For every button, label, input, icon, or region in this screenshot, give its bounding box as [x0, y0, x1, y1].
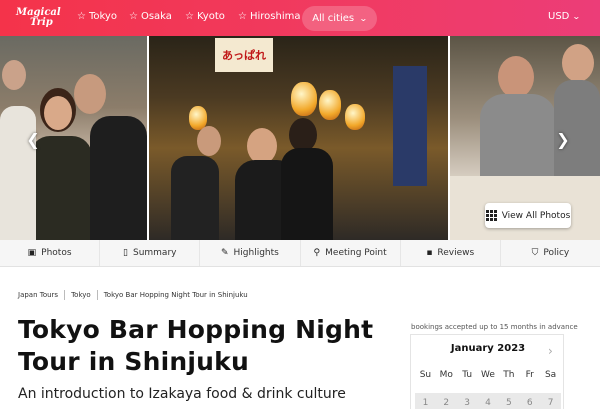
breadcrumb-current: Tokyo Bar Hopping Night Tour in Shinjuku: [103, 291, 248, 299]
izakaya-sign: あっぱれ: [215, 38, 273, 72]
breadcrumb-tokyo[interactable]: Tokyo: [71, 291, 91, 299]
chevron-right-icon: ❯: [556, 129, 570, 149]
chevron-down-icon: ⌄: [359, 14, 368, 23]
calendar-day: 5: [506, 398, 512, 408]
calendar-week-row: 1 2 3 4 5 6 7: [415, 393, 561, 409]
shield-icon: ⛉: [531, 248, 539, 258]
calendar-day: 3: [464, 398, 471, 408]
chat-icon: ▪: [426, 248, 433, 258]
pin-icon: ⚲: [313, 248, 321, 258]
star-icon: ☆: [129, 11, 138, 22]
weekday-label: Fr: [525, 370, 534, 380]
gallery-photo-izakaya-alley[interactable]: あっぱれ: [149, 36, 448, 240]
nav-city-label: Kyoto: [196, 11, 225, 22]
gallery-prev-arrow[interactable]: ❮: [22, 128, 44, 150]
calendar-day: 2: [443, 398, 450, 408]
tab-photos[interactable]: ▣ Photos: [0, 240, 101, 266]
nav-city-hiroshima[interactable]: ☆ Hiroshima: [238, 11, 300, 22]
page-title: Tokyo Bar Hopping Night Tour in Shinjuku: [18, 315, 374, 376]
weekday-label: Th: [503, 370, 515, 380]
weekday-label: Mo: [439, 370, 453, 380]
breadcrumb-separator: [96, 290, 98, 300]
logo-line2: Trip: [30, 17, 53, 28]
nav-city-label: Hiroshima: [249, 11, 301, 22]
page-subtitle: An introduction to Izakaya food & drink …: [18, 386, 346, 402]
star-icon: ☆: [185, 11, 194, 22]
tab-label: Policy: [543, 248, 570, 258]
star-icon: ☆: [77, 11, 86, 22]
tab-meeting-point[interactable]: ⚲ Meeting Point: [301, 240, 401, 266]
chevron-down-icon: ⌄: [572, 12, 582, 21]
section-tabs: ▣ Photos ▯ Summary ✎ Highlights ⚲ Meetin…: [0, 240, 600, 267]
tab-summary[interactable]: ▯ Summary: [100, 240, 201, 266]
tab-label: Reviews: [437, 248, 475, 258]
calendar-month: January 2023: [450, 343, 526, 354]
tab-label: Photos: [41, 248, 72, 258]
tab-label: Highlights: [233, 248, 279, 258]
top-nav: Magical Trip ☆ Tokyo ☆ Osaka ☆ Kyoto ☆ H…: [0, 0, 600, 36]
view-all-photos-button[interactable]: View All Photos: [485, 203, 571, 228]
nav-city-tokyo[interactable]: ☆ Tokyo: [77, 11, 117, 22]
view-all-photos-label: View All Photos: [501, 210, 571, 221]
weekday-label: Tu: [462, 370, 473, 380]
nav-city-osaka[interactable]: ☆ Osaka: [129, 11, 172, 22]
all-cities-dropdown[interactable]: All cities ⌄: [302, 6, 377, 31]
photos-icon: ▣: [27, 248, 37, 258]
tab-label: Summary: [132, 248, 177, 258]
gallery-next-arrow[interactable]: ❯: [552, 128, 574, 150]
calendar-day: 4: [485, 398, 491, 408]
calendar-weekdays: Su Mo Tu We Th Fr Sa: [415, 370, 561, 380]
grid-icon: [485, 210, 497, 221]
nav-city-label: Osaka: [140, 11, 172, 22]
all-cities-label: All cities: [312, 13, 355, 24]
booking-window-note: bookings accepted up to 15 months in adv…: [411, 323, 578, 331]
star-icon: ☆: [238, 11, 247, 22]
weekday-label: Sa: [544, 370, 557, 380]
tab-policy[interactable]: ⛉ Policy: [501, 240, 600, 266]
chevron-left-icon: ❮: [26, 129, 40, 149]
weekday-label: We: [481, 370, 495, 380]
calendar-day: 1: [422, 398, 429, 408]
tab-reviews[interactable]: ▪ Reviews: [401, 240, 501, 266]
magical-trip-logo[interactable]: Magical Trip: [16, 5, 61, 31]
breadcrumb-japan-tours[interactable]: Japan Tours: [18, 291, 58, 299]
breadcrumb: Japan Tours Tokyo Tokyo Bar Hopping Nigh…: [18, 290, 248, 300]
document-icon: ▯: [123, 248, 128, 258]
currency-label: USD: [548, 11, 570, 22]
calendar-day: 7: [547, 398, 554, 408]
nav-city-label: Tokyo: [88, 11, 117, 22]
calendar-day: 6: [526, 398, 533, 408]
weekday-label: Su: [419, 370, 432, 380]
chevron-right-icon: ›: [548, 344, 553, 358]
tab-label: Meeting Point: [325, 248, 387, 258]
nav-city-kyoto[interactable]: ☆ Kyoto: [185, 11, 225, 22]
calendar-next-button[interactable]: ›: [548, 344, 553, 358]
booking-calendar: January 2023 › Su Mo Tu We Th Fr Sa 1 2 …: [410, 334, 564, 409]
currency-selector[interactable]: USD ⌄: [548, 11, 582, 22]
tab-highlights[interactable]: ✎ Highlights: [200, 240, 301, 266]
pen-icon: ✎: [220, 248, 229, 258]
breadcrumb-separator: [64, 290, 66, 300]
